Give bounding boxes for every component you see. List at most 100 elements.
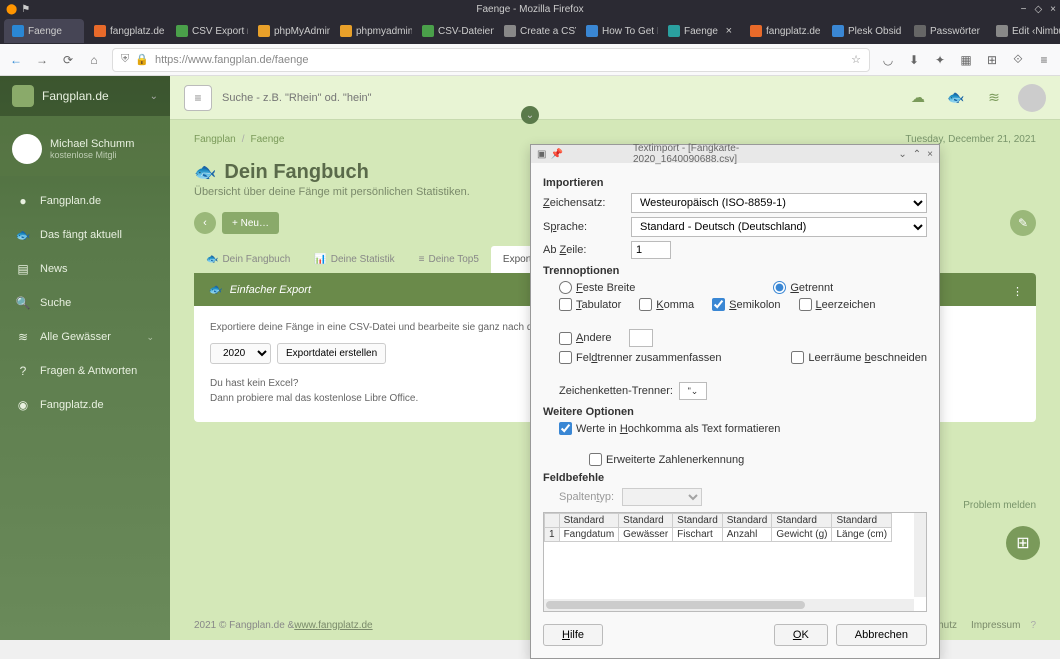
fromrow-input[interactable] (631, 241, 671, 259)
ext4-icon[interactable]: ⟐ (1010, 52, 1026, 67)
chk-semicolon[interactable]: Semikolon (712, 298, 780, 311)
app-menu-icon[interactable]: ⚑ (21, 4, 30, 15)
ext1-icon[interactable]: ✦ (932, 53, 948, 67)
browser-tab[interactable]: Faenge (4, 19, 84, 43)
topbar-avatar[interactable] (1018, 84, 1046, 112)
sidebar-brand[interactable]: Fangplan.de ⌄ (0, 76, 170, 116)
url-bar[interactable]: ⛨ 🔒 https://www.fangplan.de/faenge ☆ (112, 48, 870, 72)
breadcrumb-root[interactable]: Fangplan (194, 134, 236, 145)
content-tab[interactable]: 📊Deine Statistik (302, 246, 406, 273)
close-icon[interactable]: × (726, 25, 732, 37)
help-button[interactable]: Hilfe (543, 624, 603, 646)
radio-fixed[interactable]: Feste Breite (559, 281, 635, 294)
user-name: Michael Schumm (50, 138, 134, 150)
browser-tab[interactable]: Passwörter (906, 19, 986, 43)
footer-link[interactable]: Impressum (971, 620, 1020, 631)
sidebar-collapse-button[interactable]: ⌄ (521, 106, 539, 124)
ext2-icon[interactable]: ▦ (958, 53, 974, 67)
more-icon[interactable]: ⋮ (1012, 285, 1022, 295)
content-tab[interactable]: ≡Deine Top5 (407, 246, 491, 273)
favicon (996, 25, 1008, 37)
browser-tab[interactable]: CSV-Dateien (414, 19, 494, 43)
radio-separated[interactable]: Getrennt (773, 281, 833, 294)
minimize-button[interactable]: − (1021, 4, 1027, 15)
browser-tab[interactable]: phpMyAdmin (250, 19, 330, 43)
back-circle-button[interactable]: ‹ (194, 212, 216, 234)
chk-comma[interactable]: Komma (639, 298, 694, 311)
sidebar-item[interactable]: ?Fragen & Antworten (0, 354, 170, 388)
chk-tab[interactable]: Tabulator (559, 298, 621, 311)
pocket-icon[interactable]: ◡ (880, 53, 896, 67)
favicon (668, 25, 680, 37)
footer-link[interactable]: www.fangplatz.de (294, 620, 372, 631)
user-block[interactable]: Michael Schumm kostenlose Mitgli (0, 116, 170, 176)
tab-icon: ≡ (419, 254, 425, 265)
browser-tab[interactable]: Edit ‹Nimbus Sc (988, 19, 1060, 43)
cancel-button[interactable]: Abbrechen (836, 624, 927, 646)
home-button[interactable]: ⌂ (86, 53, 102, 67)
scrollbar-horizontal[interactable] (544, 599, 914, 611)
tab-label: Deine Statistik (331, 254, 395, 265)
chk-quoted[interactable]: Werte in Hochkomma als Text formatieren (559, 422, 780, 435)
back-button[interactable]: ← (8, 53, 24, 67)
lock-icon: 🔒 (135, 53, 149, 66)
waves-icon[interactable]: ≋ (980, 84, 1008, 112)
chk-enhnum[interactable]: Erweiterte Zahlenerkennung (589, 453, 744, 466)
cloud-icon[interactable]: ☁ (904, 84, 932, 112)
forward-button[interactable]: → (34, 53, 50, 67)
sidebar-item[interactable]: ▤News (0, 252, 170, 286)
sidebar-item[interactable]: 🔍Suche (0, 286, 170, 320)
scrollbar-vertical[interactable] (914, 513, 926, 597)
help-icon[interactable]: ? (1030, 620, 1036, 631)
browser-tab[interactable]: fangplatz.de [F (86, 19, 166, 43)
browser-tab[interactable]: phpmyadmin (332, 19, 412, 43)
content-tab[interactable]: 🐟Dein Fangbuch (194, 246, 302, 273)
browser-tab[interactable]: Plesk Obsid (824, 19, 904, 43)
maximize-button[interactable]: ⌃ (913, 149, 921, 160)
hamburger-button[interactable]: ≡ (184, 85, 212, 111)
browser-tab[interactable]: CSV Export m (168, 19, 248, 43)
browser-tab[interactable]: fangplatz.de (742, 19, 822, 43)
lang-select[interactable]: Standard - Deutsch (Deutschland) (631, 217, 927, 237)
dialog-titlebar[interactable]: ▣ 📌 Textimport - [Fangkarte-2020_1640090… (531, 145, 939, 163)
section-fields: Feldbefehle (543, 472, 927, 484)
maximize-button[interactable]: ◇ (1034, 4, 1042, 15)
edit-button[interactable]: ✎ (1010, 210, 1036, 236)
apps-fab[interactable]: ⊞ (1006, 526, 1040, 560)
strdelim-select[interactable]: " ⌄ (679, 382, 707, 400)
other-input[interactable] (629, 329, 653, 347)
sidebar-item[interactable]: 🐟Das fängt aktuell (0, 218, 170, 252)
fish-icon[interactable]: 🐟 (942, 84, 970, 112)
download-icon[interactable]: ⬇ (906, 53, 922, 67)
nav-label: Das fängt aktuell (40, 229, 122, 241)
browser-tab[interactable]: How To Get I (578, 19, 658, 43)
report-problem-link[interactable]: Problem melden (963, 500, 1036, 511)
pin-icon[interactable]: 📌 (550, 149, 562, 160)
text-import-dialog: ▣ 📌 Textimport - [Fangkarte-2020_1640090… (530, 144, 940, 659)
close-button[interactable]: × (1050, 4, 1056, 15)
avatar (12, 134, 42, 164)
chk-merge[interactable]: Feldtrenner zusammenfassen (559, 351, 722, 364)
chk-other[interactable]: Andere (559, 329, 611, 347)
ok-button[interactable]: OK (774, 624, 828, 646)
browser-toolbar: ← → ⟳ ⌂ ⛨ 🔒 https://www.fangplan.de/faen… (0, 44, 1060, 76)
menu-icon[interactable]: ≡ (1036, 53, 1052, 67)
year-select[interactable]: 2020 (210, 343, 271, 364)
minimize-button[interactable]: ⌄ (898, 149, 906, 160)
sidebar-item[interactable]: ●Fangplan.de (0, 184, 170, 218)
chk-space[interactable]: Leerzeichen (799, 298, 876, 311)
sidebar-item[interactable]: ≋Alle Gewässer⌄ (0, 320, 170, 354)
close-button[interactable]: × (927, 149, 933, 160)
browser-tab[interactable]: Create a CSV (496, 19, 576, 43)
chk-trim[interactable]: Leerräume beschneiden (791, 351, 927, 364)
preview-grid[interactable]: StandardStandardStandardStandardStandard… (543, 512, 927, 612)
browser-tab[interactable]: Faenge× (660, 19, 740, 43)
reload-button[interactable]: ⟳ (60, 53, 76, 67)
charset-select[interactable]: Westeuropäisch (ISO-8859-1) (631, 193, 927, 213)
search-input[interactable] (222, 92, 553, 104)
new-button[interactable]: + Neu… (222, 212, 279, 234)
ext3-icon[interactable]: ⊞ (984, 53, 1000, 67)
sidebar-item[interactable]: ◉Fangplatz.de (0, 388, 170, 422)
export-button[interactable]: Exportdatei erstellen (277, 343, 386, 364)
star-icon[interactable]: ☆ (851, 53, 861, 66)
